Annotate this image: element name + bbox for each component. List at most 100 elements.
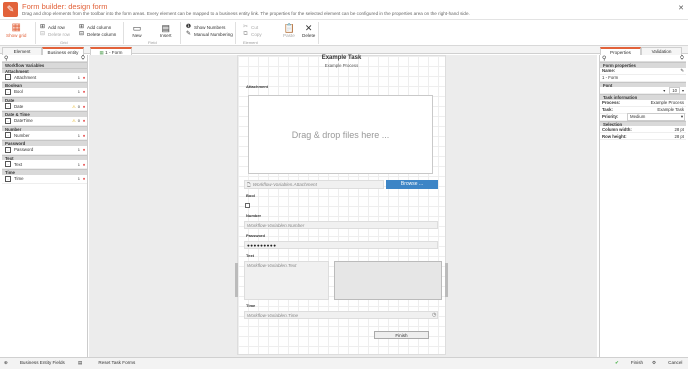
delete-column-icon: ⊟ [78, 31, 85, 37]
window-title: Form builder: design form [22, 2, 108, 11]
add-column-button[interactable]: ⊞ Add column [78, 24, 111, 31]
form-process[interactable]: Example Process [237, 63, 446, 68]
entity-item[interactable]: · Attachment 1 ♦ [2, 73, 87, 82]
form-builder-icon: ✎ [3, 2, 18, 17]
chevron-down-icon: ▾ [680, 113, 683, 119]
tab-business-entity[interactable]: Business entity [42, 47, 84, 55]
new-button[interactable]: ▭ New [132, 23, 142, 38]
grid-icon: ▦ [11, 22, 21, 33]
entity-item-label: Text [14, 161, 23, 167]
attachment-field[interactable]: 🗋 Workflow-Variablen.Attachment [244, 180, 384, 189]
text-field[interactable]: Workflow-Variablen.Text [244, 261, 329, 300]
reset-task-forms-button[interactable]: ▤ Reset Task Forms [78, 359, 135, 367]
browse-button[interactable]: Browse ... [386, 180, 438, 189]
entity-item[interactable]: · Bool 1 ♦ [2, 88, 87, 97]
reset-icon: ▤ [78, 360, 83, 365]
number-label: Number [246, 213, 262, 218]
close-icon[interactable]: ✕ [678, 4, 684, 12]
show-grid-button[interactable]: ▦ Show grid [6, 22, 27, 39]
edit-icon[interactable]: ✎ [680, 68, 684, 74]
insert-button[interactable]: ▤ Insert [160, 23, 172, 38]
required-icon: ♦ [82, 161, 85, 167]
delete-column-button[interactable]: ⊟ Delete column [78, 31, 116, 38]
properties-panel: ⚲ ⛭ Form properties Name: ✎ 1 - Form Font… [599, 55, 686, 357]
required-icon: ♦ [82, 132, 85, 138]
tab-validation[interactable]: Validation [641, 47, 682, 55]
password-field[interactable]: ●●●●●●●●● [244, 241, 438, 249]
paste-button[interactable]: 📋 Paste [283, 23, 295, 38]
delete-row-button[interactable]: ⊟ Delete row [39, 31, 70, 38]
entity-item[interactable]: · Password 1 ♦ [2, 146, 87, 155]
selected-cell[interactable] [334, 261, 442, 300]
tab-form[interactable]: ▦ 1 - Form [90, 47, 132, 55]
grid-group-label: Grid [60, 40, 68, 45]
entity-item-label: Attachment [14, 74, 37, 80]
time-label: Time [246, 303, 256, 308]
field-type-icon: · [5, 161, 11, 167]
entity-item[interactable]: · Text 1 ♦ [2, 160, 87, 169]
entity-item-label: DateTime [14, 118, 33, 123]
file-icon: 🗋 [247, 182, 251, 187]
entity-item-label: Password [14, 147, 34, 152]
resize-handle-left[interactable] [235, 263, 238, 297]
sort-icon[interactable]: ⛭ [680, 55, 684, 61]
entity-item[interactable]: · DateTime ⚠ 0 ♦ [2, 117, 87, 126]
scissors-icon: ✂ [242, 24, 249, 30]
field-type-icon: · [5, 74, 11, 80]
resize-handle-right[interactable] [445, 263, 448, 297]
usage-count: 1 [77, 147, 80, 152]
usage-count: 1 [77, 176, 80, 181]
title-bar: ✎ Form builder: design form Drag and dro… [0, 0, 688, 20]
font-dropdown-icon[interactable]: ▾ [663, 88, 665, 93]
entity-item-label: Number [14, 132, 30, 138]
text-label: Text [246, 253, 254, 258]
manual-numbering-button[interactable]: ✎ Manual Numbering [185, 31, 233, 38]
delete-button[interactable]: ✕ Delete [302, 23, 315, 38]
add-row-button[interactable]: ⊞ Add row [39, 24, 65, 31]
entity-item[interactable]: · Time 1 ♦ [2, 175, 87, 184]
checkmark-icon: ✔ [615, 360, 619, 365]
ribbon-divider [35, 22, 36, 44]
entity-item[interactable]: · Date ⚠ 0 ♦ [2, 102, 87, 111]
entity-item[interactable]: · Number 1 ♦ [2, 131, 87, 140]
font-row: ▾ 10 ▾ [600, 86, 686, 94]
numbering-icon: ✎ [185, 31, 192, 37]
element-group-label: Element [243, 40, 258, 45]
required-icon: ♦ [82, 103, 85, 109]
column-width-row: Column width: 28 pt [600, 126, 686, 133]
clock-icon[interactable]: ◷ [432, 312, 436, 318]
entity-item-label: Bool [14, 89, 23, 94]
filter-icon[interactable]: ⛭ [81, 55, 85, 61]
search-icon[interactable]: ⚲ [4, 55, 8, 62]
show-numbers-button[interactable]: ❶ Show Numbers [185, 24, 226, 31]
form-finish-button[interactable]: Finish [374, 331, 429, 339]
business-entity-fields-button[interactable]: ⊕ Business Entity Fields [4, 359, 65, 367]
entity-item-label: Time [14, 176, 24, 181]
name-value[interactable]: 1 - Form [600, 75, 686, 82]
cancel-button[interactable]: ⚙ Cancel [652, 359, 682, 367]
font-size-dropdown-icon[interactable]: ▾ [682, 88, 684, 93]
finish-button[interactable]: ✔ Finish [615, 359, 643, 367]
usage-count: 0 [77, 103, 80, 109]
warning-icon: ⚠ [72, 118, 76, 123]
ribbon-divider [123, 22, 124, 44]
entity-list: Workflow Variables Attachment · Attachment 1… [2, 62, 87, 184]
number-field[interactable]: Workflow-Variablen.Number [244, 221, 438, 229]
entity-icon: ⊕ [4, 360, 8, 365]
time-field[interactable]: Workflow-Variablen.Time [244, 311, 438, 319]
cut-button[interactable]: ✂ Cut [242, 24, 258, 31]
password-label: Password [246, 233, 265, 238]
required-icon: ♦ [82, 74, 85, 80]
required-icon: ♦ [82, 147, 85, 152]
priority-select[interactable]: Medium ▾ [627, 112, 685, 121]
field-group-label: Field [148, 40, 157, 45]
copy-button[interactable]: ⧉ Copy [242, 31, 261, 38]
show-grid-label: Show grid [6, 33, 27, 38]
font-size-input[interactable]: 10 [669, 86, 680, 94]
bool-checkbox[interactable] [245, 203, 250, 208]
search-icon[interactable]: ⚲ [602, 55, 606, 62]
attachment-drop-zone[interactable]: Drag & drop files here ... [248, 95, 433, 174]
add-column-icon: ⊞ [78, 24, 85, 30]
clipboard-icon: 📋 [283, 23, 296, 33]
form-title[interactable]: Example Task [237, 55, 446, 61]
